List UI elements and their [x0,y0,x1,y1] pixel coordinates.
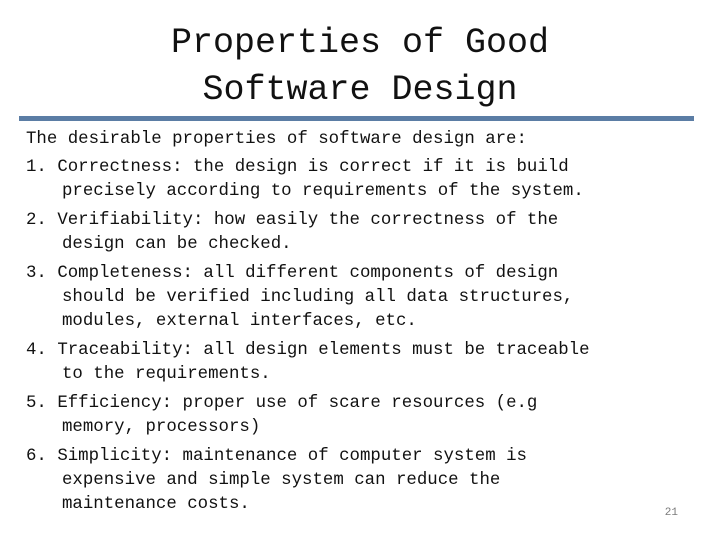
item-text: Completeness: all different components o… [57,264,559,283]
item-text-continuation: memory, processors) [62,418,261,437]
list-item-completeness: 3. Completeness: all different component… [26,262,706,334]
slide-body: The desirable properties of software des… [26,128,706,522]
item-text-continuation: expensive and simple system can reduce t… [62,471,501,490]
item-number: 1. [26,158,58,177]
list-item-traceability: 4. Traceability: all design elements mus… [26,339,706,387]
item-number: 4. [26,341,58,360]
title-line-1: Properties of Good [170,23,550,63]
item-number: 6. [26,447,58,466]
title-line-2: Software Design [202,70,518,110]
item-number: 3. [26,264,58,283]
title-divider [19,116,694,121]
item-text-continuation: design can be checked. [62,235,292,254]
page-number: 21 [664,507,678,519]
item-text: Correctness: the design is correct if it… [57,158,569,177]
intro-text: The desirable properties of software des… [26,130,527,149]
item-text: Traceability: all design elements must b… [57,341,590,360]
item-text-continuation: modules, external interfaces, etc. [62,312,417,331]
item-number: 2. [26,211,58,230]
list-item-simplicity: 6. Simplicity: maintenance of computer s… [26,445,706,517]
slide: Properties of Good Software Design The d… [0,0,720,540]
item-text-continuation: maintenance costs. [62,495,250,514]
list-item-efficiency: 5. Efficiency: proper use of scare resou… [26,392,706,440]
item-text-continuation: to the requirements. [62,365,271,384]
item-text: Verifiability: how easily the correctnes… [57,211,559,230]
item-text-continuation: precisely according to requirements of t… [62,182,584,201]
item-number: 5. [26,394,58,413]
list-item-correctness: 1. Correctness: the design is correct if… [26,156,706,204]
item-text: Efficiency: proper use of scare resource… [57,394,538,413]
slide-title: Properties of Good Software Design [0,20,720,114]
list-item-verifiability: 2. Verifiability: how easily the correct… [26,209,706,257]
item-text: Simplicity: maintenance of computer syst… [57,447,527,466]
item-text-continuation: should be verified including all data st… [62,288,574,307]
